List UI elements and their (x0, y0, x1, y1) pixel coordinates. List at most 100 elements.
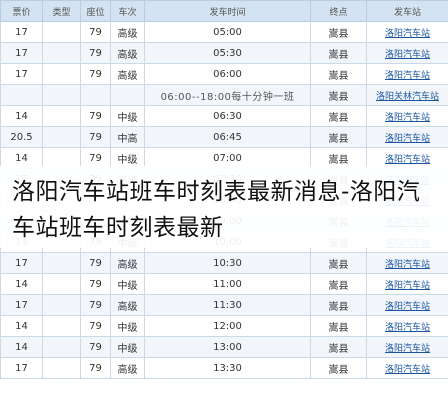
station-link[interactable]: 洛阳汽车站 (385, 29, 430, 39)
cell-class: 高级 (110, 42, 145, 64)
cell-class: 中级 (110, 315, 145, 337)
table-row: 06:00--18:00每十分钟一班 嵩县 洛阳关林汽车站 (0, 84, 448, 106)
cell-price: 17 (0, 63, 43, 85)
cell-price: 14 (0, 315, 43, 337)
cell-seats: 79 (80, 63, 111, 85)
cell-departure-time: 06:30 (144, 105, 311, 127)
table-row: 17 79 高级 13:30 嵩县 洛阳汽车站 (0, 357, 448, 379)
cell-type (42, 315, 81, 337)
cell-station[interactable]: 洛阳关林汽车站 (366, 84, 448, 106)
cell-seats: 79 (80, 357, 111, 379)
cell-station[interactable]: 洛阳汽车站 (366, 42, 448, 64)
cell-seats (80, 84, 111, 106)
cell-class: 高级 (110, 294, 145, 316)
cell-terminal: 嵩县 (310, 294, 367, 316)
page-headline: 洛阳汽车站班车时刻表最新消息-洛阳汽车站班车时刻表最新 (12, 179, 421, 241)
cell-departure-time: 06:00 (144, 63, 311, 85)
cell-departure-time: 05:00 (144, 21, 311, 43)
cell-terminal: 嵩县 (310, 42, 367, 64)
cell-price: 17 (0, 21, 43, 43)
cell-seats: 79 (80, 315, 111, 337)
cell-station[interactable]: 洛阳汽车站 (366, 357, 448, 379)
table-row: 14 79 中级 06:30 嵩县 洛阳汽车站 (0, 105, 448, 127)
cell-departure-time: 06:45 (144, 126, 311, 148)
table-row: 17 79 高级 05:30 嵩县 洛阳汽车站 (0, 42, 448, 64)
schedule-screenshot: 票价 类型 座位 车次 发车时间 终点 发车站 17 79 高级 05:00 嵩县 洛阳汽… (0, 0, 448, 400)
cell-class: 中级 (110, 105, 145, 127)
cell-station[interactable]: 洛阳汽车站 (366, 21, 448, 43)
cell-terminal: 嵩县 (310, 105, 367, 127)
cell-price: 14 (0, 336, 43, 358)
station-link[interactable]: 洛阳汽车站 (385, 134, 430, 144)
header-type: 类型 (42, 0, 81, 22)
station-link[interactable]: 洛阳汽车站 (385, 71, 430, 81)
station-link[interactable]: 洛阳汽车站 (385, 302, 430, 312)
cell-station[interactable]: 洛阳汽车站 (366, 273, 448, 295)
cell-type (42, 42, 81, 64)
header-class: 车次 (110, 0, 145, 22)
station-link[interactable]: 洛阳汽车站 (385, 50, 430, 60)
cell-station[interactable]: 洛阳汽车站 (366, 336, 448, 358)
cell-type (42, 84, 81, 106)
cell-seats: 79 (80, 126, 111, 148)
table-row: 17 79 高级 05:00 嵩县 洛阳汽车站 (0, 21, 448, 43)
station-link[interactable]: 洛阳汽车站 (385, 260, 430, 270)
table-row: 17 79 高级 11:30 嵩县 洛阳汽车站 (0, 294, 448, 316)
table-header-row: 票价 类型 座位 车次 发车时间 终点 发车站 (0, 0, 448, 22)
cell-type (42, 273, 81, 295)
station-link[interactable]: 洛阳汽车站 (385, 344, 430, 354)
cell-class: 高级 (110, 252, 145, 274)
cell-departure-time: 10:30 (144, 252, 311, 274)
cell-class: 中级 (110, 336, 145, 358)
cell-type (42, 63, 81, 85)
table-row: 17 79 高级 10:30 嵩县 洛阳汽车站 (0, 252, 448, 274)
header-price: 票价 (0, 0, 43, 22)
header-station: 发车站 (366, 0, 448, 22)
cell-terminal: 嵩县 (310, 63, 367, 85)
cell-station[interactable]: 洛阳汽车站 (366, 252, 448, 274)
cell-class: 高级 (110, 21, 145, 43)
cell-station[interactable]: 洛阳汽车站 (366, 126, 448, 148)
cell-price (0, 84, 43, 106)
cell-terminal: 嵩县 (310, 126, 367, 148)
cell-terminal: 嵩县 (310, 252, 367, 274)
station-link[interactable]: 洛阳汽车站 (385, 281, 430, 291)
cell-departure-time: 05:30 (144, 42, 311, 64)
cell-type (42, 21, 81, 43)
cell-terminal: 嵩县 (310, 336, 367, 358)
cell-station[interactable]: 洛阳汽车站 (366, 294, 448, 316)
station-link[interactable]: 洛阳汽车站 (385, 323, 430, 333)
cell-price: 20.5 (0, 126, 43, 148)
station-link[interactable]: 洛阳关林汽车站 (376, 92, 439, 102)
cell-terminal: 嵩县 (310, 315, 367, 337)
cell-station[interactable]: 洛阳汽车站 (366, 105, 448, 127)
station-link[interactable]: 洛阳汽车站 (385, 365, 430, 375)
station-link[interactable]: 洛阳汽车站 (385, 113, 430, 123)
cell-departure-time: 13:00 (144, 336, 311, 358)
cell-class: 中高 (110, 126, 145, 148)
cell-departure-time: 11:30 (144, 294, 311, 316)
cell-price: 17 (0, 357, 43, 379)
table-row: 14 79 中级 13:00 嵩县 洛阳汽车站 (0, 336, 448, 358)
cell-terminal: 嵩县 (310, 357, 367, 379)
cell-type (42, 126, 81, 148)
cell-station[interactable]: 洛阳汽车站 (366, 63, 448, 85)
cell-type (42, 294, 81, 316)
cell-seats: 79 (80, 42, 111, 64)
cell-terminal: 嵩县 (310, 21, 367, 43)
cell-class: 中级 (110, 273, 145, 295)
cell-seats: 79 (80, 273, 111, 295)
table-row: 17 79 高级 06:00 嵩县 洛阳汽车站 (0, 63, 448, 85)
cell-seats: 79 (80, 252, 111, 274)
cell-departure-time: 12:00 (144, 315, 311, 337)
cell-class (110, 84, 145, 106)
cell-type (42, 105, 81, 127)
cell-departure-time: 11:00 (144, 273, 311, 295)
cell-price: 17 (0, 294, 43, 316)
station-link[interactable]: 洛阳汽车站 (385, 155, 430, 165)
cell-station[interactable]: 洛阳汽车站 (366, 315, 448, 337)
cell-type (42, 252, 81, 274)
header-seats: 座位 (80, 0, 111, 22)
cell-class: 高级 (110, 63, 145, 85)
cell-class: 高级 (110, 357, 145, 379)
